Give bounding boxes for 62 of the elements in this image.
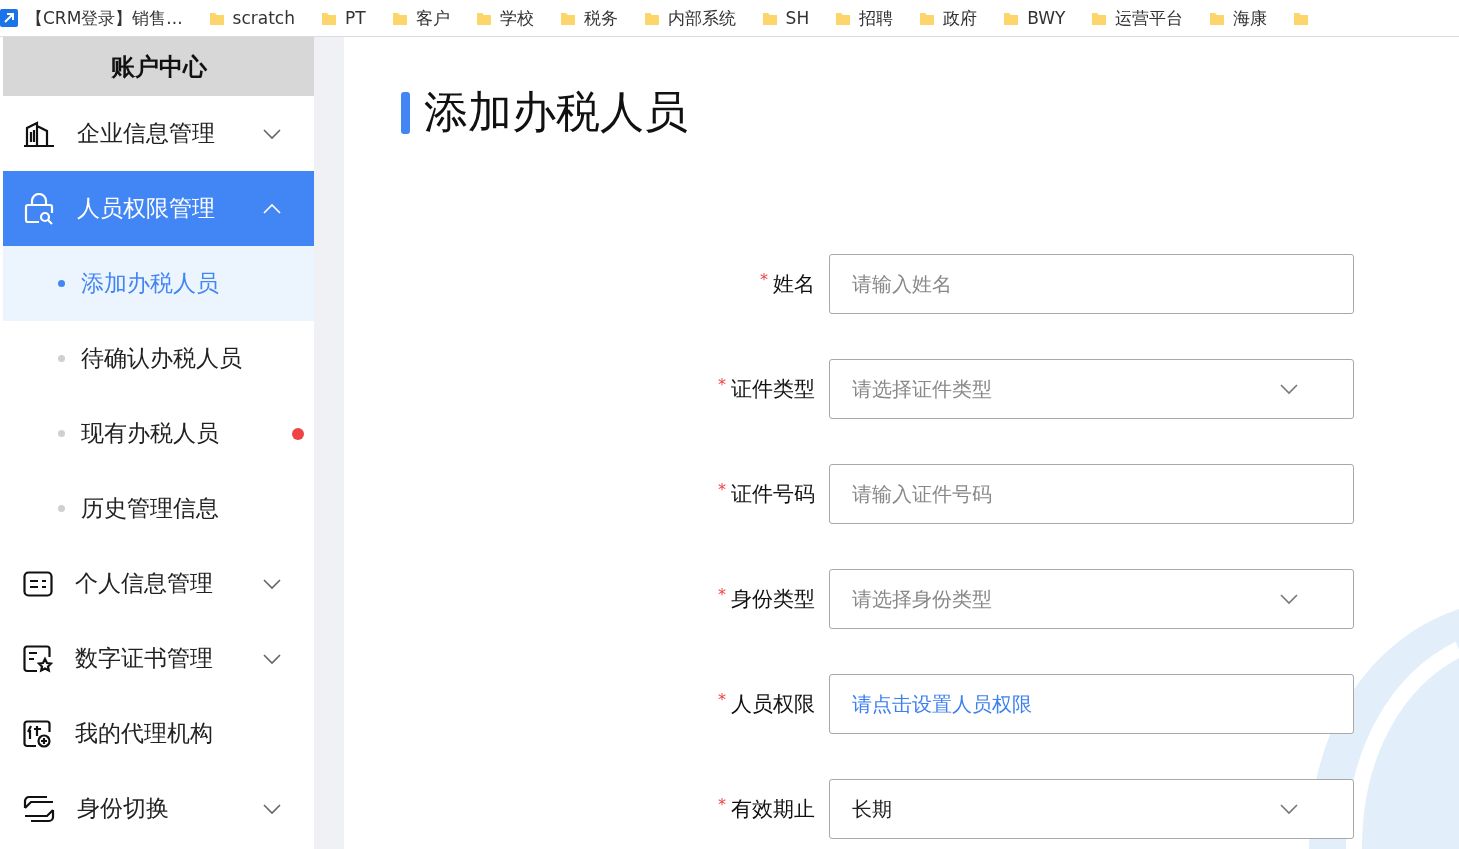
bookmark-link[interactable]: 内部系统 bbox=[643, 6, 748, 30]
required-mark: * bbox=[718, 375, 726, 394]
page-title: 添加办税人员 bbox=[401, 83, 1459, 142]
bullet-dot bbox=[58, 355, 65, 362]
sidebar-title: 账户中心 bbox=[3, 37, 314, 96]
required-mark: * bbox=[760, 270, 768, 289]
switch-icon bbox=[23, 794, 55, 823]
title-accent-bar bbox=[401, 91, 410, 134]
bullet-dot bbox=[58, 430, 65, 437]
required-mark: * bbox=[718, 690, 726, 709]
bookmark-link[interactable]: SH bbox=[761, 8, 822, 28]
input-field[interactable]: 请输入证件号码 bbox=[829, 464, 1354, 524]
folder-icon bbox=[320, 10, 337, 26]
folder-icon bbox=[761, 10, 778, 26]
sidebar-item[interactable]: 人员权限管理 bbox=[3, 171, 314, 246]
chevron-icon bbox=[1279, 383, 1299, 395]
folder-icon bbox=[643, 10, 660, 26]
lock-search-icon bbox=[23, 192, 55, 225]
field-label: 身份类型 bbox=[731, 587, 815, 611]
bookmark-link[interactable]: 客户 bbox=[391, 6, 462, 30]
folder-icon bbox=[835, 10, 852, 26]
folder-icon bbox=[475, 10, 492, 26]
folder-icon bbox=[391, 10, 408, 26]
bookmark-link[interactable]: 运营平台 bbox=[1091, 6, 1196, 30]
folder-icon bbox=[1209, 10, 1226, 26]
required-mark: * bbox=[718, 795, 726, 814]
folder-icon bbox=[919, 10, 936, 26]
field-label: 证件号码 bbox=[731, 482, 815, 506]
agency-badge-icon bbox=[23, 719, 53, 748]
folder-icon bbox=[1003, 10, 1020, 26]
bookmark-link[interactable]: 海康 bbox=[1209, 6, 1280, 30]
field-label: 姓名 bbox=[773, 272, 815, 296]
select-field[interactable]: 请选择证件类型 bbox=[829, 359, 1354, 419]
bookmark-link[interactable]: scratch bbox=[208, 8, 307, 28]
chevron-icon bbox=[1279, 803, 1299, 815]
permission-field[interactable]: 请点击设置人员权限 bbox=[829, 674, 1354, 734]
bookmark-link[interactable]: 招聘 bbox=[835, 6, 906, 30]
required-mark: * bbox=[718, 480, 726, 499]
certificate-star-icon bbox=[23, 644, 53, 673]
folder-icon bbox=[1293, 10, 1310, 26]
folder-icon bbox=[208, 10, 225, 26]
required-mark: * bbox=[718, 585, 726, 604]
building-icon bbox=[23, 119, 55, 148]
chevron-icon bbox=[1279, 593, 1299, 605]
bookmark-link[interactable]: BWY bbox=[1003, 8, 1078, 28]
bookmark-link[interactable]: PT bbox=[320, 8, 378, 28]
field-label: 人员权限 bbox=[731, 692, 815, 716]
field-label: 证件类型 bbox=[731, 377, 815, 401]
folder-icon bbox=[1091, 10, 1108, 26]
select-field[interactable]: 请选择身份类型 bbox=[829, 569, 1354, 629]
set-permission-link[interactable]: 请点击设置人员权限 bbox=[852, 690, 1032, 718]
bookmark-link[interactable]: 税务 bbox=[559, 6, 630, 30]
input-field[interactable]: 请输入姓名 bbox=[829, 254, 1354, 314]
bookmark-link[interactable]: 【CRM登录】销售... bbox=[0, 6, 195, 30]
folder-icon bbox=[559, 10, 576, 26]
field-label: 有效期止 bbox=[731, 797, 815, 821]
bookmark-link[interactable]: 学校 bbox=[475, 6, 546, 30]
id-card-icon bbox=[23, 570, 53, 597]
bookmark-link[interactable]: 政府 bbox=[919, 6, 990, 30]
select-field[interactable]: 长期 bbox=[829, 779, 1354, 839]
bullet-dot bbox=[58, 505, 65, 512]
bullet-dot bbox=[58, 280, 65, 287]
